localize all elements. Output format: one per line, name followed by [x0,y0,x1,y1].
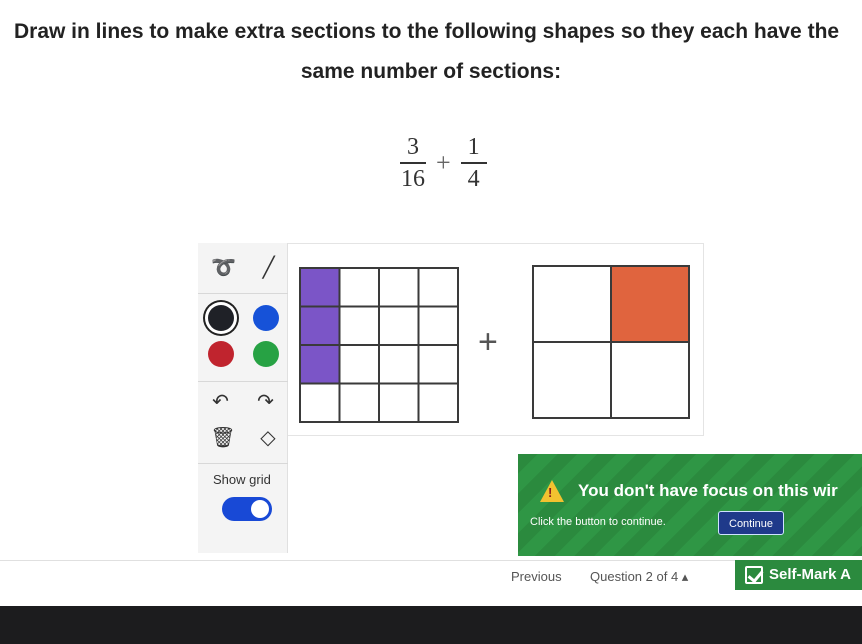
focus-warning-banner: ! You don't have focus on this wir Click… [518,454,862,556]
section [532,265,612,343]
continue-button[interactable]: Continue [718,511,785,535]
self-mark-button[interactable]: Self-Mark A [735,560,862,590]
section [417,344,459,385]
checkbox-icon [745,566,763,584]
toolbar-divider [198,293,288,294]
section [378,267,420,308]
shaded-section [299,344,341,385]
color-row-2 [198,341,288,367]
toolbar-divider [198,463,288,464]
section [338,344,380,385]
eraser-icon[interactable]: ◇ [260,425,275,451]
shaded-section [610,265,690,343]
fraction-a-numerator: 3 [407,134,419,160]
tool-row-history: ↶ ↷ [198,389,288,415]
fraction-a: 3 16 [400,132,426,194]
instruction-line-1: Draw in lines to make extra sections to … [14,20,840,43]
taskbar [0,606,862,644]
toolbar-divider [198,381,288,382]
warning-mark: ! [548,485,553,500]
fraction-expression: 3 16 + 1 4 [400,128,487,198]
plus-operator: + [436,148,451,177]
color-swatch-black[interactable] [207,305,234,331]
redo-icon[interactable]: ↷ [257,389,274,415]
question-counter[interactable]: Question 2 of 4 ▴ [590,569,688,585]
focus-sub-message: Click the button to continue. [530,516,666,528]
section [299,382,341,423]
previous-link[interactable]: Previous [511,569,562,584]
show-grid-label: Show grid [213,472,271,487]
fraction-b-denominator: 4 [467,166,480,192]
color-swatch-blue[interactable] [252,305,279,331]
shapes-plus-sign: + [478,323,498,361]
show-grid-toggle[interactable] [222,497,272,521]
pen-icon[interactable]: ╱ [263,255,275,281]
instruction: Draw in lines to make extra sections to … [0,12,862,92]
section [532,341,612,419]
focus-message: You don't have focus on this wir [578,481,838,500]
fraction-quad-shape [532,265,690,419]
footer-divider [0,560,862,561]
shaded-section [299,305,341,346]
color-swatch-red[interactable] [207,341,234,367]
color-row-1 [198,305,288,331]
section [417,382,459,423]
section [338,267,380,308]
section [417,267,459,308]
section [338,305,380,346]
color-swatch-green[interactable] [252,341,279,367]
section [417,305,459,346]
instruction-line-2: same number of sections: [300,60,562,83]
fraction-a-denominator: 16 [401,166,425,192]
lasso-icon[interactable]: ➰ [211,255,236,281]
section [610,341,690,419]
fraction-b-numerator: 1 [467,134,480,160]
section [378,344,420,385]
section [378,305,420,346]
undo-icon[interactable]: ↶ [212,389,229,415]
tool-row-erase: 🗑 ◇ [198,425,288,451]
self-mark-label: Self-Mark A [769,566,851,583]
section [338,382,380,423]
fraction-grid-shape [299,267,459,423]
trash-icon[interactable]: 🗑 [210,425,235,451]
section [378,382,420,423]
tool-row-draw: ➰ ╱ [198,255,288,281]
shaded-section [299,267,341,308]
fraction-b: 1 4 [460,132,487,194]
toggle-knob [251,500,269,518]
